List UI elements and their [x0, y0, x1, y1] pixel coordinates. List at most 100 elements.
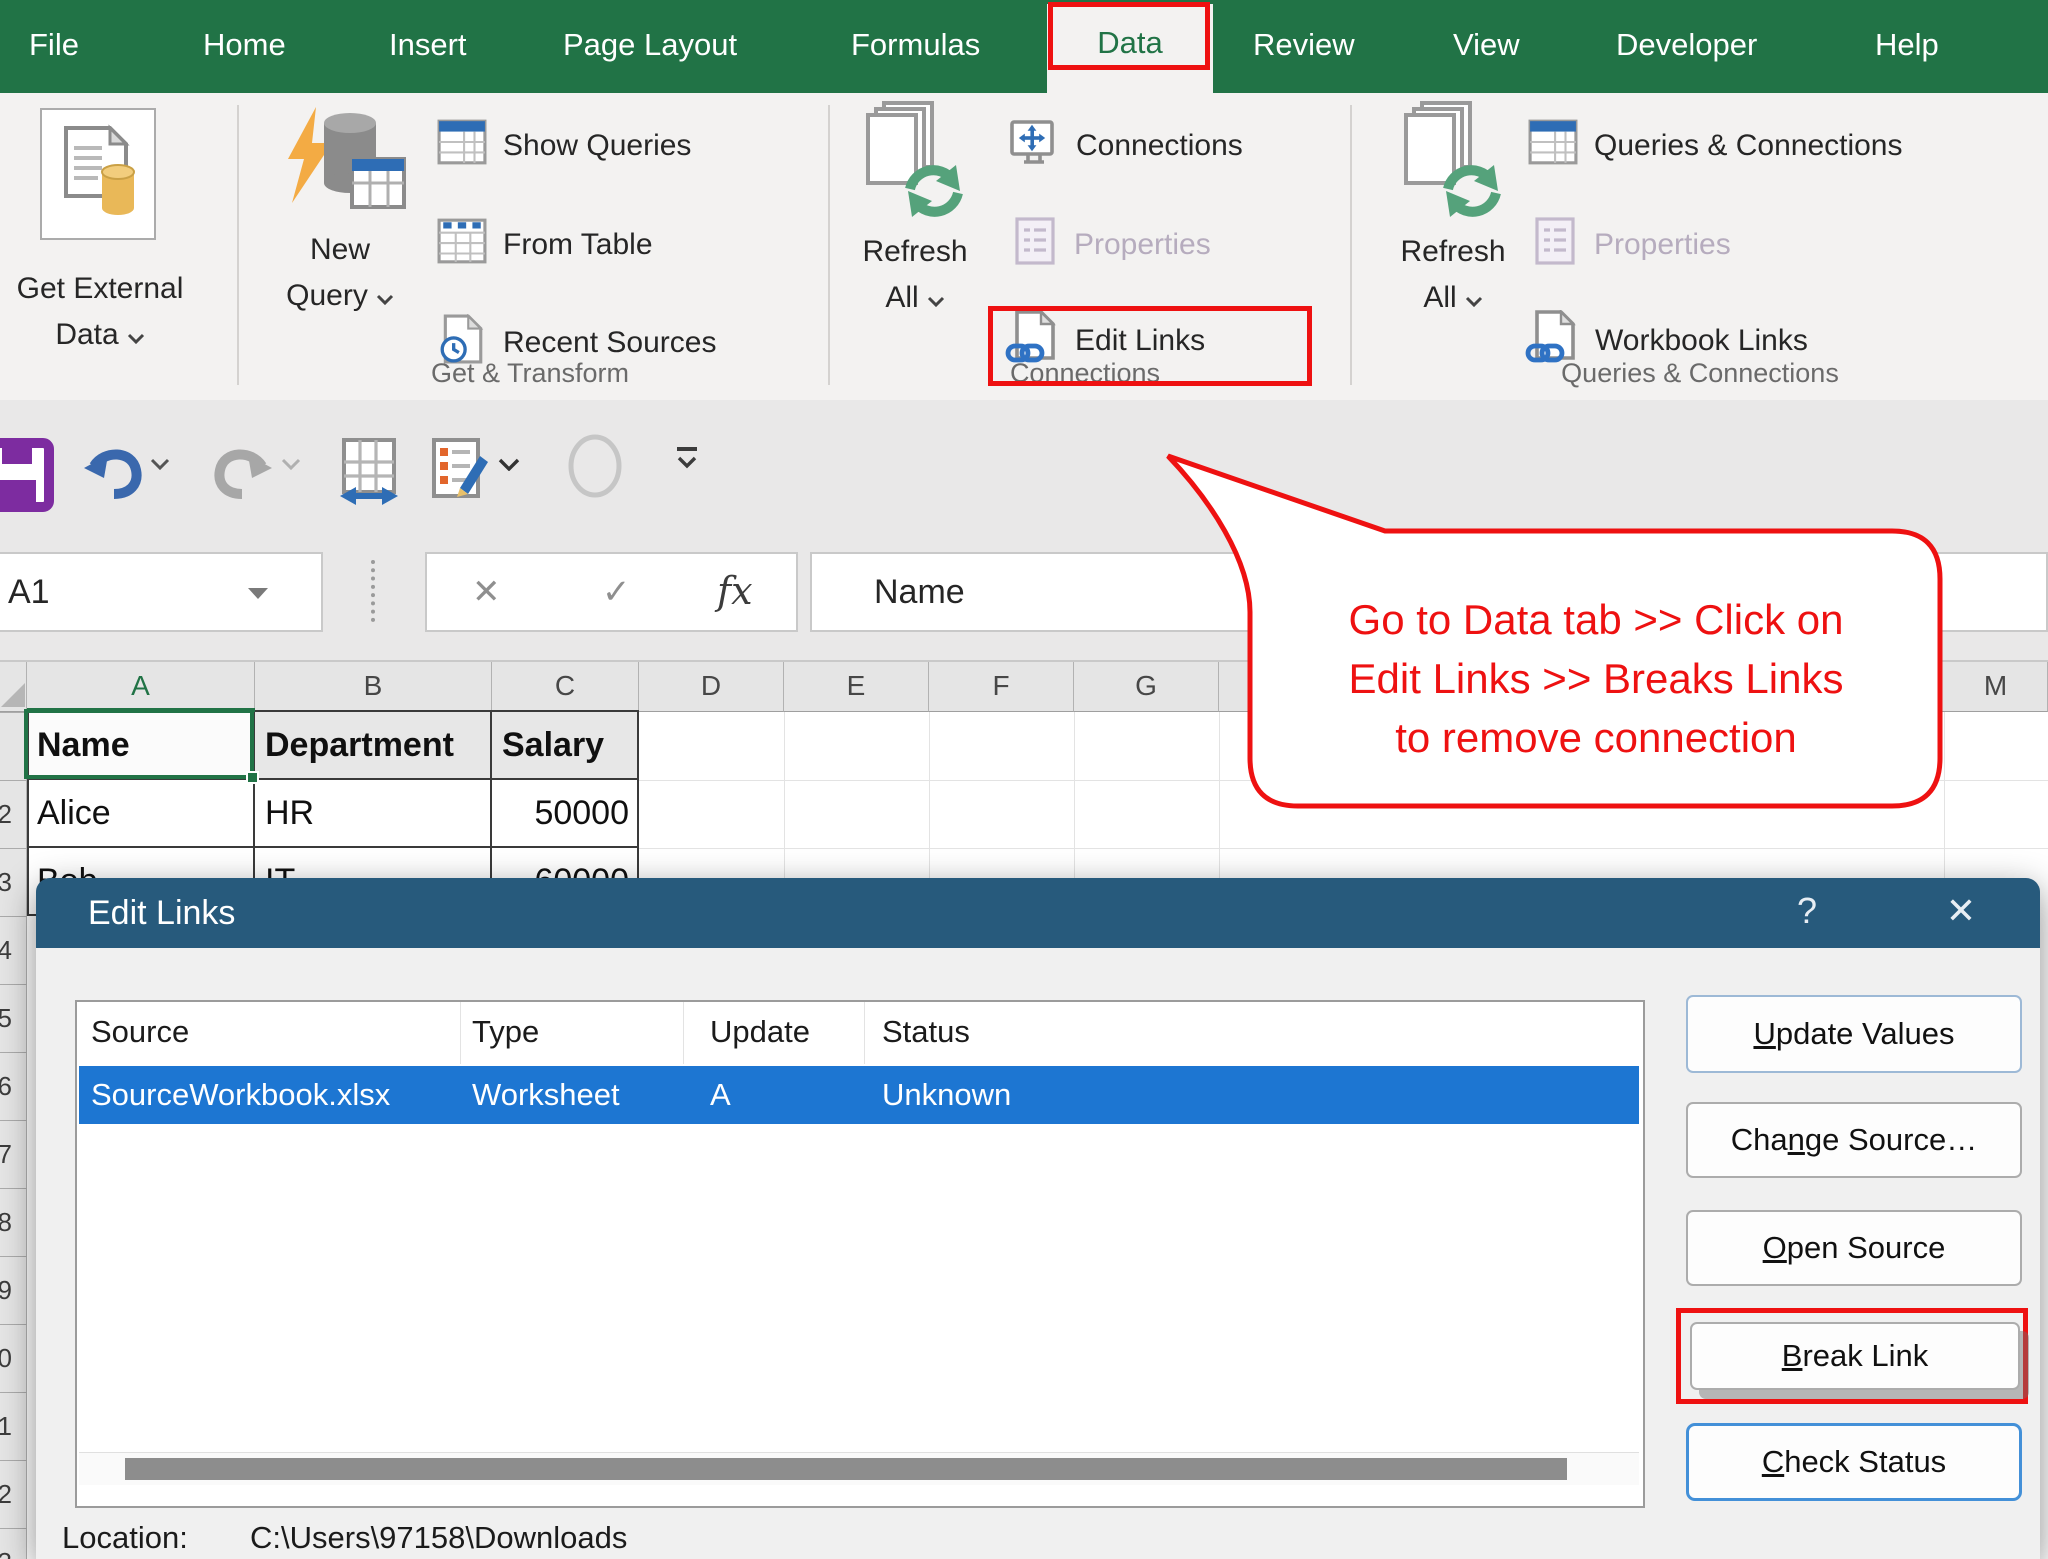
refresh-all-button[interactable]: Refresh All: [840, 101, 990, 321]
redo-button[interactable]: [212, 442, 274, 505]
properties-button-2-disabled: Properties: [1532, 217, 1731, 273]
tab-view[interactable]: View: [1453, 0, 1520, 93]
break-link-button[interactable]: Break Link: [1690, 1322, 2020, 1390]
excel-window: File Home Insert Page Layout Formulas Da…: [0, 0, 2048, 1559]
check-status-button[interactable]: Check Status: [1686, 1423, 2022, 1501]
dialog-title-bar[interactable]: Edit Links ? ✕: [36, 878, 2040, 948]
list-column-status[interactable]: Status: [882, 1014, 970, 1050]
customize-qat-icon[interactable]: [672, 444, 702, 474]
undo-dropdown-chevron-icon[interactable]: [150, 458, 170, 470]
table-border: [27, 846, 639, 848]
name-box[interactable]: A1: [0, 552, 323, 632]
select-all-corner[interactable]: [0, 662, 27, 712]
gridline: [639, 848, 2048, 849]
group-label-get-transform: Get & Transform: [380, 358, 680, 389]
update-values-button[interactable]: Update Values: [1686, 995, 2022, 1073]
row-header-13[interactable]: 13: [0, 1528, 27, 1559]
tab-help[interactable]: Help: [1875, 0, 1939, 93]
insert-function-button[interactable]: fx: [717, 554, 753, 628]
fill-handle[interactable]: [246, 771, 259, 784]
touch-mode-button[interactable]: [428, 436, 490, 507]
row-header-8[interactable]: 8: [0, 1188, 27, 1256]
cell-a1[interactable]: Name: [27, 712, 255, 780]
formula-bar-splitter[interactable]: [371, 560, 375, 622]
row-header-9[interactable]: 9: [0, 1256, 27, 1324]
row-header-6[interactable]: 6: [0, 1052, 27, 1120]
row-header-7[interactable]: 7: [0, 1120, 27, 1188]
tab-review[interactable]: Review: [1253, 0, 1355, 93]
row-header-12[interactable]: 12: [0, 1460, 27, 1528]
save-button[interactable]: [0, 438, 54, 517]
gridline: [1944, 712, 1945, 878]
queries-connections-button[interactable]: Queries & Connections: [1528, 118, 1903, 174]
tab-home[interactable]: Home: [203, 0, 286, 93]
get-external-data-label[interactable]: Get External Data: [0, 266, 220, 358]
list-column-divider: [683, 1002, 684, 1064]
cell-b2[interactable]: HR: [255, 780, 492, 848]
cell-a2[interactable]: Alice: [27, 780, 255, 848]
scrollbar-thumb[interactable]: [125, 1458, 1567, 1480]
cell-b1[interactable]: Department: [255, 712, 492, 780]
tab-page-layout[interactable]: Page Layout: [563, 0, 737, 93]
save-icon: [0, 438, 54, 517]
links-list[interactable]: Source Type Update Status SourceWorkbook…: [75, 1000, 1645, 1508]
column-header-d[interactable]: D: [639, 662, 784, 712]
tab-insert[interactable]: Insert: [389, 0, 467, 93]
row-header-5[interactable]: 5: [0, 984, 27, 1052]
ribbon: Get External Data New Query: [0, 93, 2048, 402]
show-queries-button[interactable]: Show Queries: [437, 118, 691, 174]
list-column-type[interactable]: Type: [472, 1014, 539, 1050]
cell-c1[interactable]: Salary: [492, 712, 639, 780]
dialog-close-button[interactable]: ✕: [1916, 878, 2006, 948]
column-header-a[interactable]: A: [27, 662, 255, 712]
horizontal-scrollbar[interactable]: [79, 1452, 1639, 1485]
from-table-icon: [437, 218, 487, 272]
list-column-update[interactable]: Update: [710, 1014, 810, 1050]
gridline: [1219, 712, 1220, 878]
cell-c2[interactable]: 50000: [492, 780, 639, 848]
callout-line-2: Edit Links >> Breaks Links: [1266, 655, 1926, 703]
dialog-help-button[interactable]: ?: [1762, 878, 1852, 948]
new-query-button[interactable]: New Query: [255, 103, 425, 319]
redo-dropdown-chevron-icon[interactable]: [281, 458, 301, 470]
table-border: [27, 710, 29, 916]
circle-shape-icon[interactable]: [568, 434, 622, 498]
connections-button[interactable]: Connections: [1008, 118, 1243, 174]
change-source-button[interactable]: Change Source…: [1686, 1102, 2022, 1178]
tab-file[interactable]: File: [29, 0, 79, 93]
link-type: Worksheet: [472, 1066, 620, 1124]
enter-button[interactable]: ✓: [602, 554, 631, 630]
touch-mode-chevron-icon[interactable]: [498, 458, 520, 471]
row-header-4[interactable]: 4: [0, 916, 27, 984]
column-header-c[interactable]: C: [492, 662, 639, 712]
gridline: [639, 780, 2048, 781]
column-header-m[interactable]: M: [1944, 662, 2048, 712]
column-header-b[interactable]: B: [255, 662, 492, 712]
location-label: Location:: [62, 1520, 188, 1556]
list-column-source[interactable]: Source: [91, 1014, 189, 1050]
link-row-selected[interactable]: SourceWorkbook.xlsx Worksheet A Unknown: [79, 1066, 1639, 1124]
row-header-2[interactable]: 2: [0, 780, 27, 848]
undo-button[interactable]: [82, 442, 144, 505]
get-external-data-button[interactable]: [40, 108, 156, 240]
tab-formulas[interactable]: Formulas: [851, 0, 980, 93]
column-header-g[interactable]: G: [1074, 662, 1219, 712]
select-all-triangle-icon: [1, 683, 25, 707]
group-label-queries-connections: Queries & Connections: [1520, 358, 1880, 389]
from-table-button[interactable]: From Table: [437, 217, 653, 273]
ribbon-separator: [1350, 105, 1352, 385]
get-external-data-icon: [54, 124, 142, 225]
column-width-button[interactable]: [336, 436, 402, 511]
column-header-e[interactable]: E: [784, 662, 929, 712]
name-box-dropdown-icon[interactable]: [248, 588, 268, 599]
column-header-f[interactable]: F: [929, 662, 1074, 712]
tab-developer[interactable]: Developer: [1616, 0, 1757, 93]
row-header-3[interactable]: 3: [0, 848, 27, 916]
row-header-10[interactable]: 10: [0, 1324, 27, 1392]
open-source-button[interactable]: Open Source: [1686, 1210, 2022, 1286]
cancel-button[interactable]: ✕: [472, 554, 501, 630]
row-header-11[interactable]: 11: [0, 1392, 27, 1460]
refresh-all-button-2[interactable]: Refresh All: [1378, 101, 1528, 321]
row-header[interactable]: [0, 712, 27, 780]
gridline: [784, 712, 785, 878]
